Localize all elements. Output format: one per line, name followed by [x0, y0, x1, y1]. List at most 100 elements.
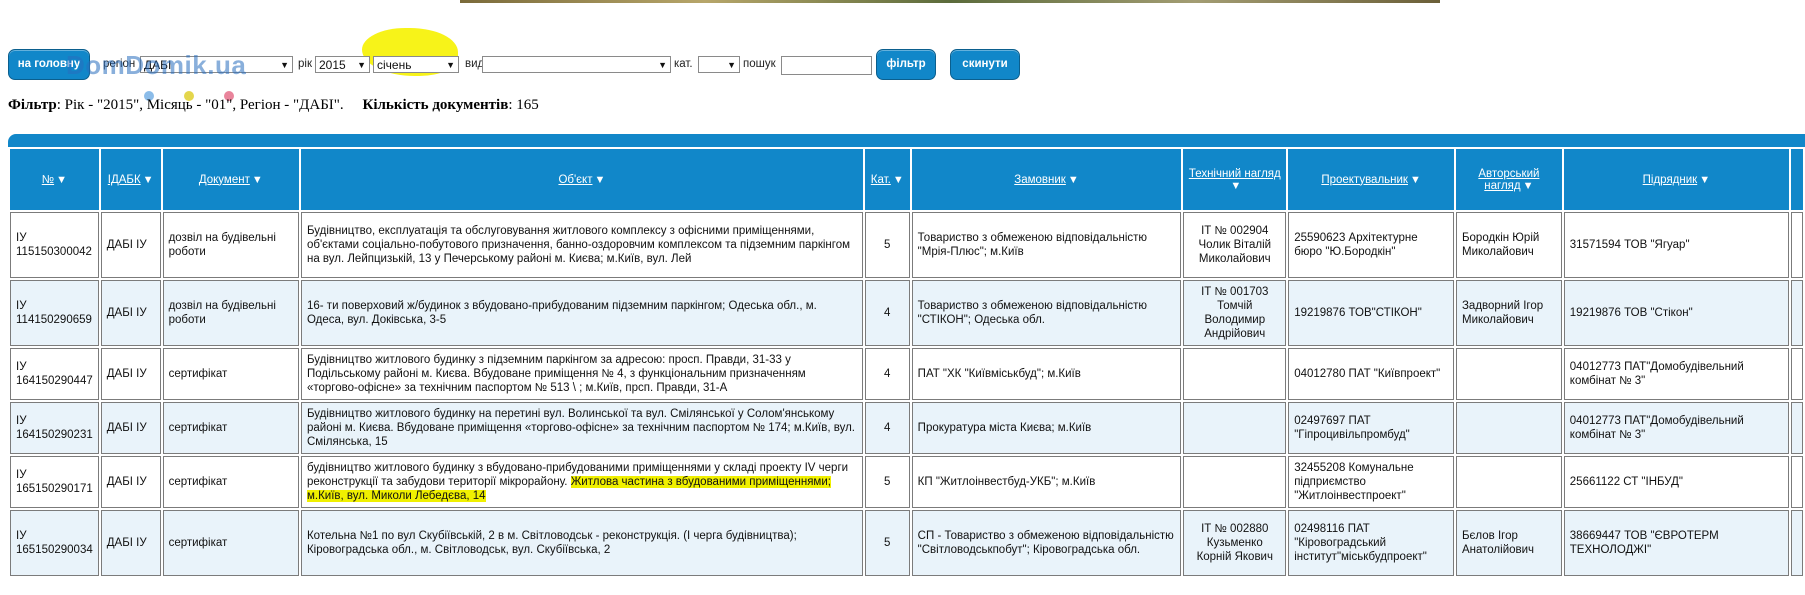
- table-row: ІУ 115150300042 ДАБІ ІУ дозвіл на будіве…: [10, 212, 1803, 278]
- cell-tech-supervision: [1183, 402, 1287, 454]
- cell-number: ІУ 114150290659: [10, 280, 99, 346]
- cell-overflow: [1790, 402, 1803, 454]
- cell-overflow: [1790, 348, 1803, 400]
- cell-object: Будівництво житлового будинку з підземни…: [300, 348, 863, 400]
- cell-number: ІУ 115150300042: [10, 212, 99, 278]
- sort-icon[interactable]: ▼: [252, 174, 263, 186]
- type-select[interactable]: ▼: [482, 56, 671, 73]
- table-top-bar: [8, 134, 1805, 147]
- cell-contractor: 31571594 ТОВ "Ягуар": [1563, 212, 1789, 278]
- cell-author-supervision: Бородкін Юрій Миколайович: [1455, 212, 1562, 278]
- reset-button[interactable]: скинути: [950, 49, 1020, 80]
- table-header-row: № ▼ ІДАБК ▼ Документ ▼ Об'єкт ▼ Кат. ▼ Замовн…: [10, 149, 1803, 210]
- sort-icon[interactable]: ▼: [594, 174, 605, 186]
- month-select[interactable]: січень ▼: [373, 56, 459, 73]
- documents-table: № ▼ ІДАБК ▼ Документ ▼ Об'єкт ▼ Кат. ▼ Замовн…: [8, 147, 1805, 578]
- cell-contractor: 38669447 ТОВ "ЄВРОТЕРМ ТЕХНОЛОДЖІ": [1563, 510, 1789, 576]
- table-row: ІУ 164150290231 ДАБІ ІУ сертифікат Будів…: [10, 402, 1803, 454]
- cell-author-supervision: [1455, 402, 1562, 454]
- cell-object: Будівництво, експлуатація та обслуговува…: [300, 212, 863, 278]
- table-row: ІУ 165150290034 ДАБІ ІУ сертифікат Котел…: [10, 510, 1803, 576]
- column-header-contractor[interactable]: Підрядник ▼: [1563, 149, 1789, 210]
- sort-icon[interactable]: ▼: [1699, 174, 1710, 186]
- column-header-number[interactable]: № ▼: [10, 149, 99, 210]
- filter-button[interactable]: фільтр: [876, 49, 936, 80]
- cell-idabk: ДАБІ ІУ: [100, 402, 161, 454]
- cell-contractor: 04012773 ПАТ"Домобудівельний комбінат № …: [1563, 348, 1789, 400]
- column-header-overflow: [1790, 149, 1803, 210]
- cell-idabk: ДАБІ ІУ: [100, 280, 161, 346]
- column-header-document[interactable]: Документ ▼: [162, 149, 299, 210]
- year-select[interactable]: 2015 ▼: [315, 56, 370, 73]
- column-header-author-supervision[interactable]: Авторський нагляд ▼: [1455, 149, 1562, 210]
- cell-document: дозвіл на будівельні роботи: [162, 280, 299, 346]
- sort-icon[interactable]: ▼: [1410, 174, 1421, 186]
- column-header-idabk[interactable]: ІДАБК ▼: [100, 149, 161, 210]
- sort-icon[interactable]: ▼: [56, 174, 67, 186]
- cell-customer: Товариство з обмеженою відповідальністю …: [911, 280, 1182, 346]
- cell-number: ІУ 165150290034: [10, 510, 99, 576]
- table-row: ІУ 165150290171 ДАБІ ІУ сертифікат будів…: [10, 456, 1803, 508]
- cell-contractor: 25661122 СТ "ІНБУД": [1563, 456, 1789, 508]
- cell-customer: СП - Товариство з обмеженою відповідальн…: [911, 510, 1182, 576]
- table-row: ІУ 114150290659 ДАБІ ІУ дозвіл на будіве…: [10, 280, 1803, 346]
- cell-designer: 32455208 Комунальне підприємство "Житлоі…: [1288, 456, 1454, 508]
- cell-tech-supervision: ІТ № 002904 Чолик Віталій Миколайович: [1183, 212, 1287, 278]
- cell-designer: 04012780 ПАТ "Київпроект": [1288, 348, 1454, 400]
- cell-document: дозвіл на будівельні роботи: [162, 212, 299, 278]
- cell-category: 5: [864, 212, 910, 278]
- sort-icon[interactable]: ▼: [893, 174, 904, 186]
- cell-tech-supervision: [1183, 456, 1287, 508]
- column-header-designer[interactable]: Проектувальник ▼: [1288, 149, 1454, 210]
- cell-contractor: 19219876 ТОВ "Стікон": [1563, 280, 1789, 346]
- cell-idabk: ДАБІ ІУ: [100, 510, 161, 576]
- search-input[interactable]: [781, 56, 872, 75]
- column-header-customer[interactable]: Замовник ▼: [911, 149, 1182, 210]
- cell-document: сертифікат: [162, 510, 299, 576]
- category-label: кат.: [674, 58, 693, 70]
- cell-idabk: ДАБІ ІУ: [100, 456, 161, 508]
- cell-designer: 02497697 ПАТ "Гіпроцивільпромбуд": [1288, 402, 1454, 454]
- cell-customer: Товариство з обмеженою відповідальністю …: [911, 212, 1182, 278]
- cell-designer: 25590623 Архітектурне бюро "Ю.Бородкін": [1288, 212, 1454, 278]
- cell-object: 16- ти поверховий ж/будинок з вбудовано-…: [300, 280, 863, 346]
- cell-customer: ПАТ "ХК "Київміськбуд"; м.Київ: [911, 348, 1182, 400]
- cell-idabk: ДАБІ ІУ: [100, 348, 161, 400]
- cell-category: 4: [864, 402, 910, 454]
- cell-category: 5: [864, 456, 910, 508]
- cell-category: 4: [864, 348, 910, 400]
- cell-number: ІУ 164150290447: [10, 348, 99, 400]
- cell-overflow: [1790, 510, 1803, 576]
- chevron-down-icon: ▼: [658, 60, 667, 70]
- sort-icon[interactable]: ▼: [1523, 180, 1534, 192]
- chevron-down-icon: ▼: [357, 60, 366, 70]
- cell-overflow: [1790, 280, 1803, 346]
- cell-object: Будівництво житлового будинку на перетин…: [300, 402, 863, 454]
- cell-document: сертифікат: [162, 402, 299, 454]
- cell-customer: Прокуратура міста Києва; м.Київ: [911, 402, 1182, 454]
- cell-author-supervision: Задворний Ігор Миколайович: [1455, 280, 1562, 346]
- column-header-category[interactable]: Кат. ▼: [864, 149, 910, 210]
- cell-tech-supervision: ІТ № 002880 Кузьменко Корній Якович: [1183, 510, 1287, 576]
- cell-author-supervision: [1455, 348, 1562, 400]
- column-header-object[interactable]: Об'єкт ▼: [300, 149, 863, 210]
- watermark-logo: DomDomik.ua: [66, 50, 247, 80]
- filter-summary: Фільтр: Рік - "2015", Місяць - "01", Рег…: [8, 97, 539, 113]
- category-select[interactable]: ▼: [698, 56, 740, 73]
- chevron-down-icon: ▼: [727, 60, 736, 70]
- chevron-down-icon: ▼: [446, 60, 455, 70]
- cell-object: Котельна №1 по вул Скубіївській, 2 в м. …: [300, 510, 863, 576]
- cell-category: 5: [864, 510, 910, 576]
- search-label: пошук: [743, 58, 776, 70]
- sort-icon[interactable]: ▼: [143, 174, 154, 186]
- year-label: рік: [298, 58, 312, 70]
- sort-icon[interactable]: ▼: [1230, 180, 1241, 192]
- column-header-tech-supervision[interactable]: Технічний нагляд▼: [1183, 149, 1287, 210]
- cell-customer: КП "Житлоінвестбуд-УКБ"; м.Київ: [911, 456, 1182, 508]
- sort-icon[interactable]: ▼: [1068, 174, 1079, 186]
- table-row: ІУ 164150290447 ДАБІ ІУ сертифікат Будів…: [10, 348, 1803, 400]
- cell-category: 4: [864, 280, 910, 346]
- cell-number: ІУ 165150290171: [10, 456, 99, 508]
- cell-contractor: 04012773 ПАТ"Домобудівельний комбінат № …: [1563, 402, 1789, 454]
- cell-document: сертифікат: [162, 348, 299, 400]
